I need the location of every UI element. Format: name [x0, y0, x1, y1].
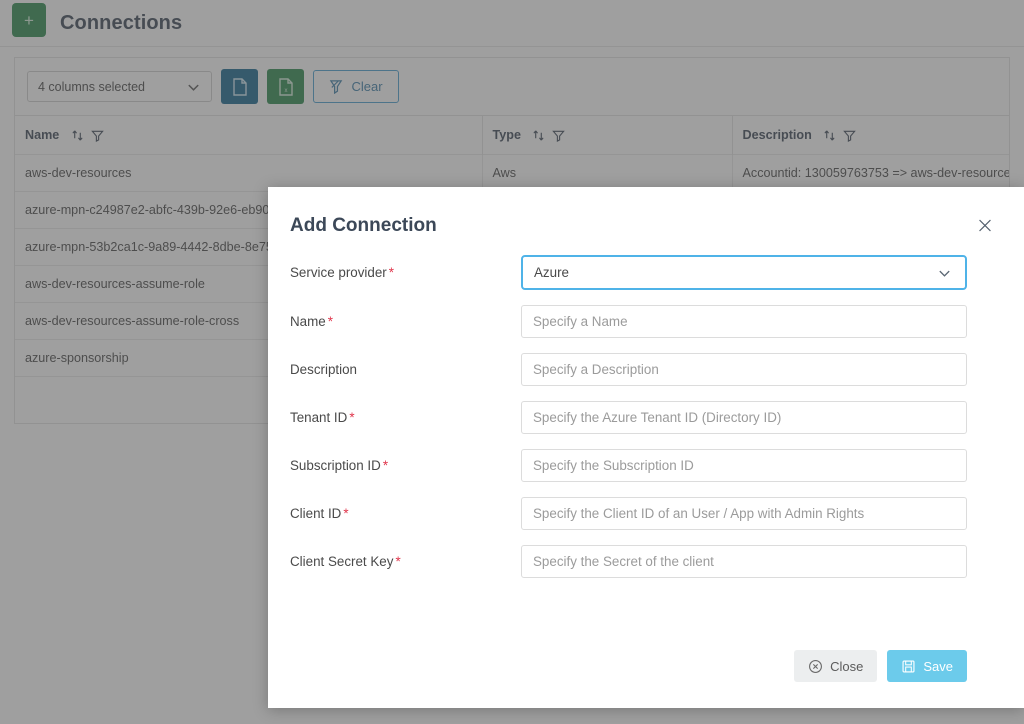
name-input[interactable]	[521, 305, 967, 338]
subscription-id-input[interactable]	[521, 449, 967, 482]
required-marker: *	[343, 506, 349, 521]
field-row-client-id: Client ID *	[290, 497, 967, 530]
required-marker: *	[395, 554, 401, 569]
floppy-disk-icon	[901, 659, 916, 674]
service-provider-value: Azure	[534, 265, 569, 280]
close-icon[interactable]	[972, 212, 998, 238]
field-row-client-secret-key: Client Secret Key *	[290, 545, 967, 578]
dialog-body: Service provider* Azure Name* Desc	[268, 237, 1024, 650]
service-provider-select[interactable]: Azure	[521, 255, 967, 290]
required-marker: *	[388, 265, 394, 280]
required-marker: *	[327, 314, 333, 329]
add-connection-dialog: Add Connection Service provider* Azure	[268, 187, 1024, 708]
dialog-title: Add Connection	[290, 215, 437, 236]
dialog-footer: Close Save	[268, 650, 1024, 708]
dialog-header: Add Connection	[268, 187, 1024, 237]
label-description: Description	[290, 362, 357, 377]
close-button[interactable]: Close	[794, 650, 878, 682]
description-input[interactable]	[521, 353, 967, 386]
save-button-label: Save	[923, 658, 953, 674]
label-subscription-id: Subscription ID *	[290, 458, 389, 473]
field-row-service-provider: Service provider * Azure	[290, 255, 967, 290]
required-marker: *	[382, 458, 389, 473]
field-row-tenant-id: Tenant ID *	[290, 401, 967, 434]
client-id-input[interactable]	[521, 497, 967, 530]
field-row-description: Description	[290, 353, 967, 386]
tenant-id-input[interactable]	[521, 401, 967, 434]
field-row-name: Name *	[290, 305, 967, 338]
circle-x-icon	[808, 659, 823, 674]
label-tenant-id: Tenant ID *	[290, 410, 355, 425]
label-client-id: Client ID *	[290, 506, 349, 521]
field-row-subscription-id: Subscription ID *	[290, 449, 967, 482]
label-client-secret-key: Client Secret Key *	[290, 554, 401, 569]
client-secret-key-input[interactable]	[521, 545, 967, 578]
label-name: Name *	[290, 314, 333, 329]
required-marker: *	[349, 410, 355, 425]
close-button-label: Close	[830, 658, 864, 674]
chevron-down-icon	[937, 265, 952, 280]
save-button[interactable]: Save	[887, 650, 967, 682]
label-service-provider: Service provider *	[290, 265, 394, 280]
